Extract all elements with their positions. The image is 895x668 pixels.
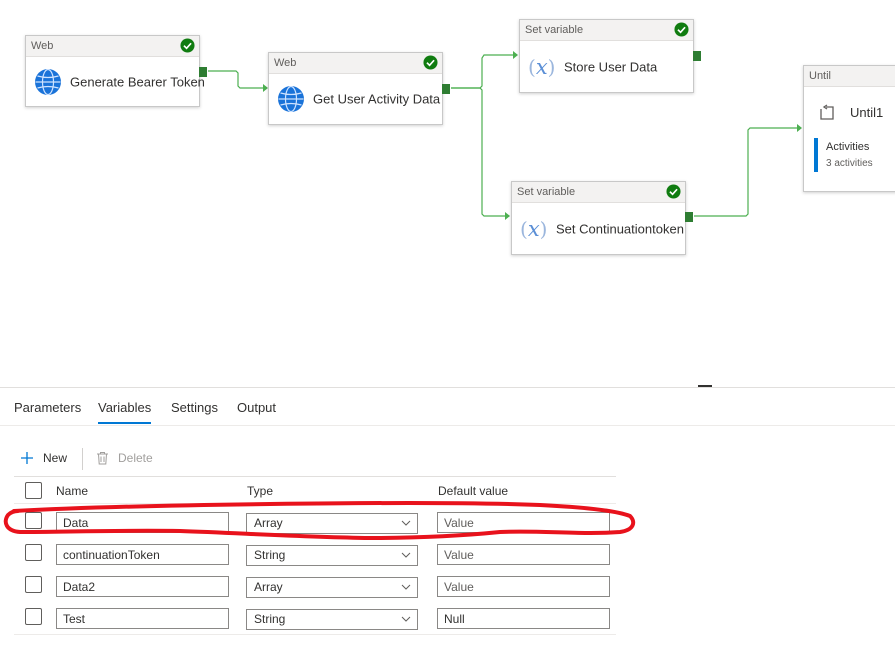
tab-variables[interactable]: Variables — [98, 400, 152, 424]
header-divider — [14, 503, 616, 504]
connector-2-3 — [451, 54, 514, 89]
variable-type-select[interactable]: Array — [246, 513, 418, 534]
output-port[interactable] — [693, 51, 701, 61]
activity-get-user-activity-data[interactable]: Web Get User Activity Data — [268, 52, 450, 125]
table-bottom-divider — [14, 634, 616, 635]
delete-label: Delete — [118, 451, 153, 465]
tab-output[interactable]: Output — [237, 400, 276, 415]
select-all-checkbox[interactable] — [25, 482, 42, 499]
success-check-icon — [180, 38, 195, 53]
default-value-input[interactable] — [437, 608, 610, 629]
activity-store-user-data[interactable]: Set variable (x) Store User Data — [519, 19, 701, 93]
row-checkbox[interactable] — [25, 512, 42, 529]
column-header-name: Name — [56, 484, 89, 498]
activity-category: Set variable — [512, 182, 685, 203]
connector-4-5 — [694, 127, 798, 217]
category-label: Web — [31, 40, 54, 52]
row-checkbox[interactable] — [25, 544, 42, 561]
globe-icon — [35, 68, 61, 95]
chevron-down-icon — [401, 520, 411, 526]
activity-until1[interactable]: Until Until1 Activities 3 activities — [803, 65, 895, 192]
activity-generate-bearer-token[interactable]: Web Generate Bearer Token — [25, 35, 207, 107]
chevron-down-icon — [401, 584, 411, 590]
activity-category: Web — [269, 53, 442, 74]
tab-settings[interactable]: Settings — [171, 400, 218, 415]
variable-x-icon: (x) — [528, 54, 556, 79]
variable-type-select[interactable]: Array — [246, 577, 418, 598]
type-value: String — [254, 612, 286, 626]
row-checkbox[interactable] — [25, 608, 42, 625]
trash-icon — [97, 452, 108, 465]
connector-1-2 — [208, 70, 264, 89]
new-label: New — [43, 451, 68, 465]
variable-name-input[interactable] — [56, 544, 229, 565]
tab-parameters[interactable]: Parameters — [14, 400, 81, 415]
panel-resize-handle[interactable] — [698, 385, 712, 387]
output-port[interactable] — [199, 67, 207, 77]
column-header-default-value: Default value — [438, 484, 509, 498]
type-value: Array — [254, 580, 283, 594]
category-label: Until — [809, 70, 832, 82]
variable-type-select[interactable]: String — [246, 609, 418, 630]
variable-name-input[interactable] — [56, 608, 229, 629]
globe-icon — [278, 85, 304, 113]
plus-icon — [21, 452, 33, 464]
pipeline-canvas[interactable]: Web Generate Bearer Token Web Get User A… — [0, 0, 895, 388]
type-value: String — [254, 548, 286, 562]
activities-count: 3 activities — [826, 158, 873, 169]
row-checkbox[interactable] — [25, 576, 42, 593]
default-value-input[interactable] — [437, 576, 610, 597]
variable-name-input[interactable] — [56, 512, 229, 533]
activity-label: Get User Activity Data — [313, 91, 441, 107]
activity-label: Generate Bearer Token — [70, 74, 205, 89]
column-header-type: Type — [247, 484, 274, 498]
output-port[interactable] — [442, 84, 450, 94]
success-check-icon — [674, 22, 689, 37]
output-port[interactable] — [685, 212, 693, 222]
variables-toolbar: New Delete — [14, 446, 616, 477]
category-label: Set variable — [525, 24, 584, 36]
variable-type-select[interactable]: String — [246, 545, 418, 566]
loop-icon — [820, 104, 834, 120]
activity-label: Until1 — [850, 105, 884, 120]
activity-label: Store User Data — [564, 59, 658, 74]
chevron-down-icon — [401, 552, 411, 558]
default-value-input[interactable] — [437, 544, 610, 565]
success-check-icon — [423, 55, 438, 70]
variable-x-icon: (x) — [520, 216, 548, 241]
success-check-icon — [666, 184, 681, 199]
tabs-underline — [0, 425, 895, 426]
activity-label: Set Continuationtoken — [556, 221, 684, 236]
activities-label[interactable]: Activities — [826, 141, 869, 153]
chevron-down-icon — [401, 616, 411, 622]
default-value-input[interactable] — [437, 512, 610, 533]
category-label: Set variable — [517, 186, 576, 198]
activity-category: Web — [26, 36, 199, 57]
category-label: Web — [274, 57, 297, 69]
type-value: Array — [254, 516, 283, 530]
connector-2-4 — [451, 87, 506, 217]
activity-set-continuationtoken[interactable]: Set variable (x) Set Continuationtoken — [511, 181, 693, 255]
activity-category: Set variable — [520, 20, 693, 41]
toolbar-separator — [82, 448, 83, 470]
activities-accent-bar — [814, 138, 818, 172]
variable-name-input[interactable] — [56, 576, 229, 597]
delete-button[interactable]: Delete — [96, 446, 153, 470]
panel-divider — [0, 387, 895, 388]
activity-category: Until — [804, 66, 895, 87]
new-button[interactable]: New — [20, 446, 67, 470]
